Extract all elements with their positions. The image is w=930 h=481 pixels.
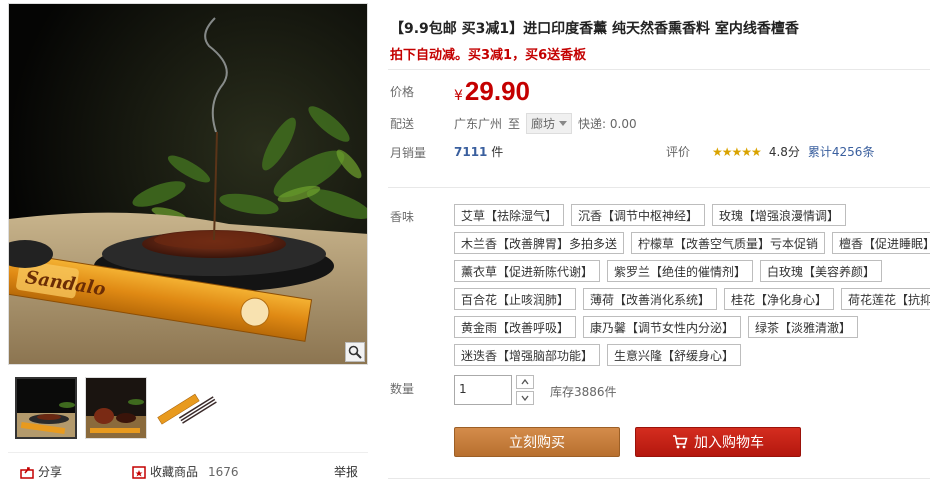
divider	[388, 478, 930, 479]
destination-city: 廊坊	[531, 117, 556, 131]
scent-row: 黄金雨【改善呼吸】 康乃馨【调节女性内分泌】 绿茶【淡雅清澈】	[454, 316, 930, 338]
scent-option[interactable]: 迷迭香【增强脑部功能】	[454, 344, 601, 366]
promo-subtitle: 拍下自动减。买3减1，买6送香板	[390, 48, 587, 63]
report-label: 举报	[333, 465, 358, 479]
thumbnail-strip	[15, 377, 217, 439]
quantity-increase-button[interactable]	[516, 375, 534, 389]
thumbnail-3[interactable]	[155, 377, 217, 439]
monthly-sales-label: 月销量	[390, 146, 427, 160]
buy-now-button[interactable]: 立刻购买	[454, 427, 620, 457]
scent-option[interactable]: 绿茶【淡雅清澈】	[748, 316, 859, 338]
main-product-image[interactable]: Sandalo	[8, 3, 368, 365]
price-label: 价格	[390, 85, 415, 99]
scent-option[interactable]: 柠檬草【改善空气质量】亏本促销	[631, 232, 826, 254]
thumbnail-3-image	[155, 377, 217, 439]
thumbnail-1-image	[17, 379, 75, 437]
scent-option[interactable]: 生意兴隆【舒缓身心】	[607, 344, 742, 366]
scent-option[interactable]: 艾草【祛除湿气】	[454, 204, 565, 226]
scent-option[interactable]: 沉香【调节中枢神经】	[571, 204, 706, 226]
scent-options: 艾草【祛除湿气】 沉香【调节中枢神经】 玫瑰【增强浪漫情调】 木兰香【改善脾胃】…	[454, 204, 930, 372]
chevron-down-icon	[559, 121, 568, 126]
chevron-down-icon	[521, 395, 529, 401]
scent-option[interactable]: 紫罗兰【绝佳的催情剂】	[607, 260, 754, 282]
gallery-footer: 分享 收藏商品 1676 举报	[8, 462, 368, 481]
destination-city-select[interactable]: 廊坊	[526, 113, 573, 134]
scent-option[interactable]: 薄荷【改善消化系统】	[583, 288, 718, 310]
review-count-link[interactable]: 累计4256条	[808, 143, 875, 160]
share-label: 分享	[38, 465, 63, 479]
ship-from: 广东广州	[454, 117, 503, 131]
thumbnail-2[interactable]	[85, 377, 147, 439]
shopping-cart-icon	[673, 435, 688, 449]
scent-option[interactable]: 木兰香【改善脾胃】多拍多送	[454, 232, 625, 254]
chevron-up-icon	[521, 379, 529, 385]
scent-row: 薰衣草【促进新陈代谢】 紫罗兰【绝佳的催情剂】 白玫瑰【美容养颜】	[454, 260, 930, 282]
gallery-divider	[8, 452, 368, 453]
favorite-link[interactable]: 收藏商品 1676	[132, 463, 239, 480]
quantity-decrease-button[interactable]	[516, 391, 534, 405]
magnifier-icon	[348, 345, 362, 359]
scent-row: 木兰香【改善脾胃】多拍多送 柠檬草【改善空气质量】亏本促销 檀香【促进睡眠】	[454, 232, 930, 254]
scent-option[interactable]: 康乃馨【调节女性内分泌】	[583, 316, 742, 338]
scent-row: 艾草【祛除湿气】 沉香【调节中枢神经】 玫瑰【增强浪漫情调】	[454, 204, 930, 226]
favorite-label: 收藏商品	[150, 465, 199, 479]
price-display: ¥ 29.90	[454, 76, 530, 107]
share-icon	[20, 466, 34, 479]
price-value: 29.90	[464, 76, 530, 106]
monthly-sales-unit: 件	[491, 145, 504, 159]
scent-option[interactable]: 荷花莲花【抗抑	[841, 288, 930, 310]
add-to-cart-label: 加入购物车	[694, 435, 764, 451]
scent-option[interactable]: 玫瑰【增强浪漫情调】	[712, 204, 847, 226]
scent-option[interactable]: 薰衣草【促进新陈代谢】	[454, 260, 601, 282]
scent-option[interactable]: 黄金雨【改善呼吸】	[454, 316, 577, 338]
stock-count: 库存3886件	[550, 385, 617, 399]
scent-row: 百合花【止咳润肺】 薄荷【改善消化系统】 桂花【净化身心】 荷花莲花【抗抑	[454, 288, 930, 310]
shipping-fee: 快递: 0.00	[578, 117, 637, 131]
scent-row: 迷迭香【增强脑部功能】 生意兴隆【舒缓身心】	[454, 344, 930, 366]
ship-to-word: 至	[508, 117, 521, 131]
zoom-button[interactable]	[345, 342, 365, 362]
monthly-sales: 7111 件	[454, 143, 503, 160]
rating-score: 4.8分	[768, 145, 800, 159]
monthly-sales-count: 7111	[454, 145, 488, 159]
shipping-label: 配送	[390, 117, 415, 131]
scent-option[interactable]: 檀香【促进睡眠】	[832, 232, 930, 254]
add-to-cart-button[interactable]: 加入购物车	[635, 427, 801, 457]
star-rating-icon: ★★★★★	[712, 144, 762, 159]
scent-option[interactable]: 白玫瑰【美容养颜】	[760, 260, 883, 282]
product-info-panel: 【9.9包邮 买3减1】进口印度香薰 纯天然香熏香料 室内线香檀香 拍下自动减。…	[388, 0, 930, 481]
shipping-row: 广东广州 至 廊坊 快递: 0.00	[454, 113, 637, 134]
rating-row: 评价 ★★★★★ 4.8分 累计4256条	[666, 143, 874, 160]
quantity-input[interactable]: 1	[454, 375, 512, 405]
thumbnail-2-image	[86, 378, 146, 438]
divider	[388, 187, 930, 188]
rating-label: 评价	[666, 145, 691, 159]
favorite-icon	[132, 465, 146, 479]
scent-label: 香味	[390, 210, 415, 224]
share-link[interactable]: 分享	[20, 463, 62, 480]
currency-symbol: ¥	[454, 88, 463, 104]
scent-option[interactable]: 桂花【净化身心】	[724, 288, 835, 310]
product-title: 【9.9包邮 买3减1】进口印度香薰 纯天然香熏香料 室内线香檀香	[390, 21, 799, 37]
incense-photo: Sandalo	[9, 4, 367, 364]
favorite-count: 1676	[208, 464, 239, 479]
quantity-label: 数量	[390, 382, 415, 396]
report-link[interactable]: 举报	[334, 463, 358, 480]
thumbnail-1[interactable]	[15, 377, 77, 439]
divider	[388, 69, 930, 70]
scent-option[interactable]: 百合花【止咳润肺】	[454, 288, 577, 310]
